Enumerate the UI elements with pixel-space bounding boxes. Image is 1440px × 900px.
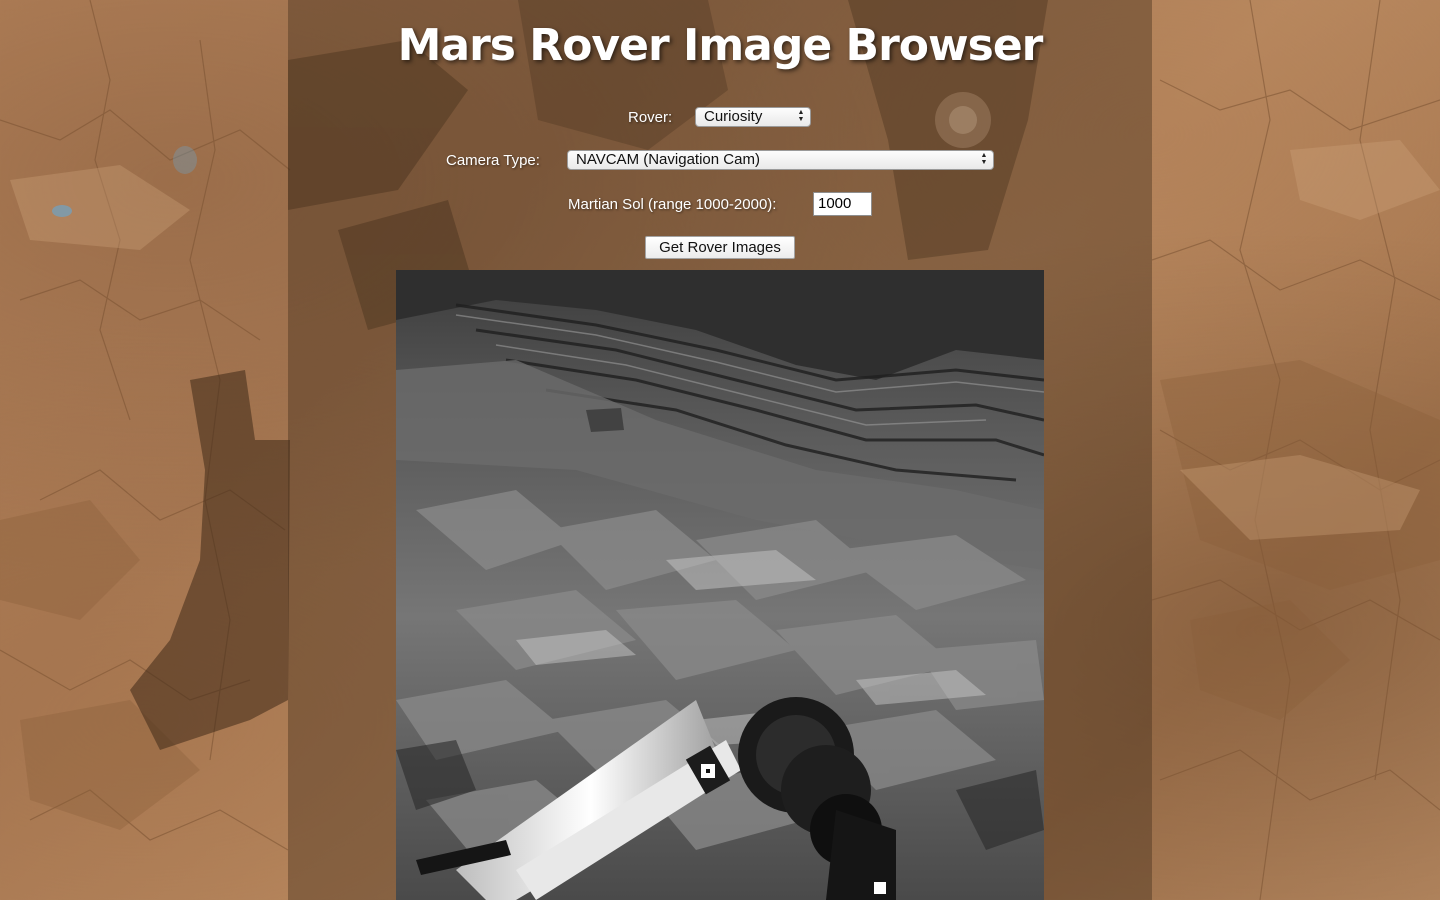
camera-type-label: Camera Type: — [446, 152, 540, 169]
martian-sol-input[interactable]: 1000 — [813, 192, 872, 216]
page-title: Mars Rover Image Browser — [397, 20, 1044, 71]
rover-select[interactable]: Curiosity ▲ ▼ — [695, 107, 811, 127]
martian-sol-label: Martian Sol (range 1000-2000): — [568, 196, 777, 213]
camera-type-select[interactable]: NAVCAM (Navigation Cam) ▲ ▼ — [567, 150, 994, 170]
rover-label: Rover: — [628, 109, 673, 126]
get-rover-images-button[interactable]: Get Rover Images — [645, 236, 795, 259]
select-arrows-icon: ▲ ▼ — [797, 109, 805, 123]
rover-image — [396, 270, 1044, 900]
camera-type-select-value: NAVCAM (Navigation Cam) — [576, 151, 760, 168]
select-arrows-icon: ▲ ▼ — [980, 152, 988, 166]
rover-select-value: Curiosity — [704, 108, 763, 125]
